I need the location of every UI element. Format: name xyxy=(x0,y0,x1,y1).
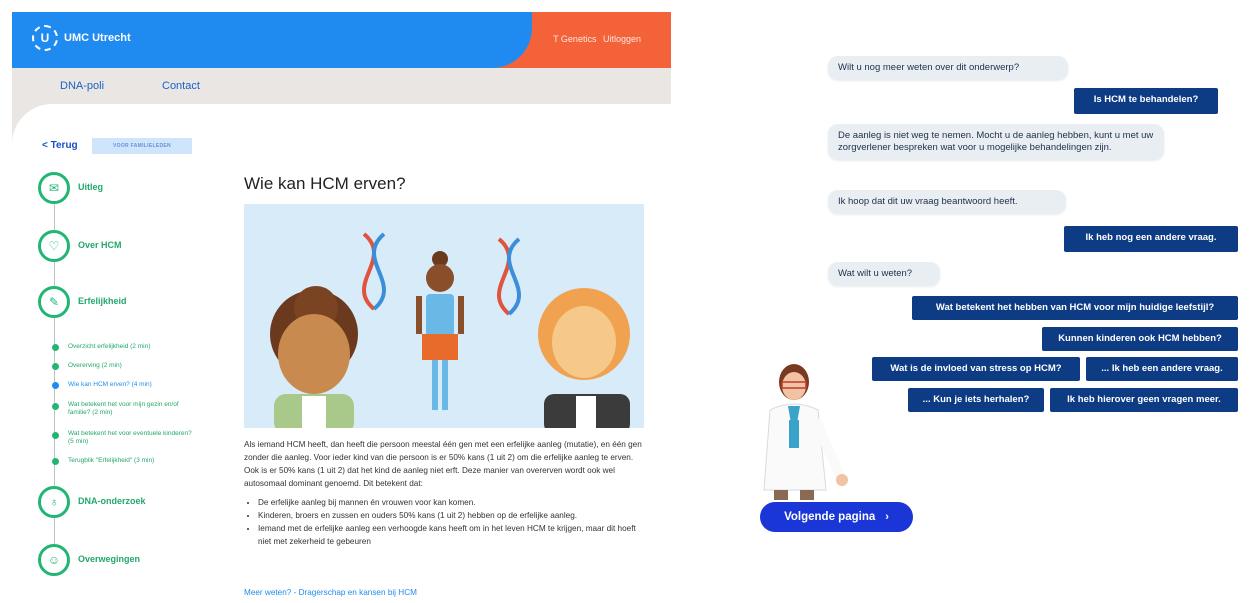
doctor-avatar xyxy=(763,364,848,500)
envelope-icon[interactable]: ✉ xyxy=(38,172,70,204)
step-dna-onderzoek[interactable]: DNA-onderzoek xyxy=(78,496,146,506)
reply-option[interactable]: Wat is de invloed van stress op HCM? xyxy=(872,357,1080,381)
bullet-item: Kinderen, broers en zussen en ouders 50%… xyxy=(258,509,644,522)
substep-dot xyxy=(52,458,59,465)
bot-message: Ik hoop dat dit uw vraag beantwoord heef… xyxy=(828,190,1066,214)
step-over-hcm[interactable]: Over HCM xyxy=(78,240,122,250)
nav-dna-poli[interactable]: DNA-poli xyxy=(60,80,104,92)
user-name: T Genetics xyxy=(553,34,597,44)
substep-dot-current xyxy=(52,382,59,389)
bot-message: De aanleg is niet weg te nemen. Mocht u … xyxy=(828,124,1164,160)
step-erfelijkheid[interactable]: Erfelijkheid xyxy=(78,296,127,306)
back-link[interactable]: < Terug xyxy=(42,140,78,151)
substep-dot xyxy=(52,363,59,370)
audience-badge: VOOR FAMILIELEDEN xyxy=(92,138,192,154)
chat-panel: Wilt u nog meer weten over dit onderwerp… xyxy=(760,40,1249,560)
logout-link[interactable]: Uitloggen xyxy=(603,34,641,44)
nav-contact[interactable]: Contact xyxy=(162,80,200,92)
reply-option[interactable]: Wat betekent het hebben van HCM voor mij… xyxy=(912,296,1238,320)
article-body: Als iemand HCM heeft, dan heeft die pers… xyxy=(244,438,644,548)
reply-option[interactable]: ... Ik heb een andere vraag. xyxy=(1086,357,1238,381)
next-page-label: Volgende pagina xyxy=(784,511,876,523)
dna-icon[interactable]: ✎ xyxy=(38,286,70,318)
substep-dot xyxy=(52,344,59,351)
logo-mark-icon: U xyxy=(32,25,58,51)
next-page-button[interactable]: Volgende pagina › xyxy=(760,502,913,532)
brand-logo[interactable]: U UMC Utrecht xyxy=(32,25,131,51)
inheritance-illustration xyxy=(244,204,644,428)
substep-overzicht[interactable]: Overzicht erfelijkheid (2 min) xyxy=(68,343,198,351)
article-bullets: De erfelijke aanleg bij mannen én vrouwe… xyxy=(244,496,644,548)
top-bar: U UMC Utrecht T Genetics Uitloggen xyxy=(12,12,671,68)
heart-icon[interactable]: ♡ xyxy=(38,230,70,262)
reply-option[interactable]: Ik heb hierover geen vragen meer. xyxy=(1050,388,1238,412)
step-overwegingen[interactable]: Overwegingen xyxy=(78,554,140,564)
user-menu: T Genetics Uitloggen xyxy=(549,34,641,44)
person-icon[interactable]: ☺ xyxy=(38,544,70,576)
reply-option[interactable]: ... Kun je iets herhalen? xyxy=(908,388,1044,412)
substep-dot xyxy=(52,432,59,439)
user-message: Ik heb nog een andere vraag. xyxy=(1064,226,1238,252)
bot-message: Wat wilt u weten? xyxy=(828,262,940,286)
substep-dot xyxy=(52,403,59,410)
more-info-link[interactable]: Meer weten? - Dragerschap en kansen bij … xyxy=(244,588,417,597)
flask-icon[interactable]: ♁ xyxy=(38,486,70,518)
reply-option[interactable]: Kunnen kinderen ook HCM hebben? xyxy=(1042,327,1238,351)
bot-message: Wilt u nog meer weten over dit onderwerp… xyxy=(828,56,1068,80)
substep-gezin[interactable]: Wat betekent het voor mijn gezin en/of f… xyxy=(68,401,198,417)
chevron-right-icon: › xyxy=(885,511,889,523)
step-uitleg[interactable]: Uitleg xyxy=(78,182,103,192)
article-paragraph: Als iemand HCM heeft, dan heeft die pers… xyxy=(244,440,642,488)
substep-kinderen[interactable]: Wat betekent het voor eventuele kinderen… xyxy=(68,430,198,446)
portal-screen: U UMC Utrecht T Genetics Uitloggen DNA-p… xyxy=(12,12,671,603)
page-title: Wie kan HCM erven? xyxy=(244,174,406,193)
user-message: Is HCM te behandelen? xyxy=(1074,88,1218,114)
brand-name: UMC Utrecht xyxy=(64,32,131,44)
bullet-item: Iemand met de erfelijke aanleg een verho… xyxy=(258,522,644,548)
substep-terugblik[interactable]: Terugblik "Erfelijkheid" (3 min) xyxy=(68,457,198,465)
substep-wie-kan-hcm-erven[interactable]: Wie kan HCM erven? (4 min) xyxy=(68,381,198,389)
bullet-item: De erfelijke aanleg bij mannen én vrouwe… xyxy=(258,496,644,509)
main-nav: DNA-poli Contact xyxy=(12,68,671,104)
substep-overerving[interactable]: Overerving (2 min) xyxy=(68,362,198,370)
